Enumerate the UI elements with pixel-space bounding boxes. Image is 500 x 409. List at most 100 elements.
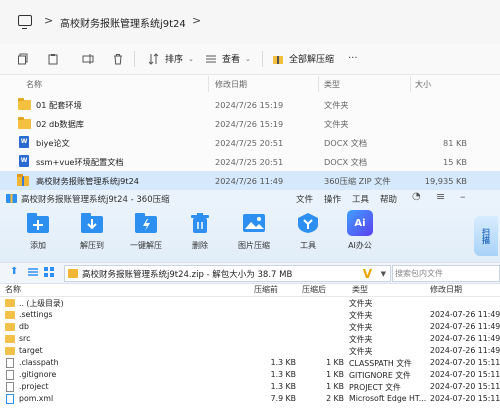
zip-row-modified: 2024-07-26 11:49 — [430, 310, 500, 319]
column-size[interactable]: 大小 — [415, 79, 431, 90]
file-modified: 2024/7/25 20:51 — [215, 137, 284, 148]
menu-lines-icon[interactable]: ≡ — [436, 190, 445, 203]
extract-all-icon — [272, 53, 284, 65]
zip-row-after: 1 KB — [326, 370, 344, 379]
zip-row-name: pom.xml — [19, 394, 54, 403]
breadcrumb-current-folder[interactable]: 高校财务报账管理系统j9t24 — [60, 15, 186, 30]
col-name[interactable]: 名称 — [5, 284, 21, 295]
image-compress-icon — [241, 210, 267, 236]
menu-operations[interactable]: 操作 — [324, 193, 341, 205]
copy-icon[interactable] — [17, 53, 29, 65]
toolbar-separator — [262, 51, 263, 67]
image-compress-button[interactable]: 图片压缩 — [230, 210, 278, 251]
file-row[interactable]: 01 配套环境 2024/7/26 15:19 文件夹 — [0, 95, 500, 114]
chevron-down-icon: ⌄ — [188, 54, 194, 63]
zip-path-text: 高校财务报账管理系统j9t24.zip - 解包大小为 38.7 MB — [82, 269, 293, 280]
breadcrumb-more-chevron[interactable]: > — [192, 14, 201, 27]
menu-tools[interactable]: 工具 — [352, 193, 369, 205]
zip-row-type: 文件夹 — [349, 323, 373, 332]
col-type[interactable]: 类型 — [352, 284, 368, 295]
zip-row[interactable]: db 文件夹 2024-07-26 11:49 — [0, 321, 500, 333]
sort-button[interactable]: 排序 ⌄ — [148, 52, 194, 65]
scan-side-tab[interactable]: 扫描 — [474, 216, 498, 256]
file-row[interactable]: W biye论文 2024/7/25 20:51 DOCX 文档 81 KB — [0, 133, 500, 152]
view-button[interactable]: 查看 ⌄ — [205, 52, 251, 65]
file-modified: 2024/7/26 15:19 — [215, 118, 284, 129]
file-type: DOCX 文档 — [324, 137, 368, 148]
menu-help[interactable]: 帮助 — [380, 193, 397, 205]
one-click-extract-button[interactable]: 一键解压 — [122, 210, 170, 251]
zip-titlebar: 高校财务报账管理系统j9t24 - 360压缩 文件 操作 工具 帮助 ◔ ≡ … — [0, 190, 500, 206]
minimize-icon[interactable]: – — [460, 190, 466, 203]
file-row[interactable]: 02 db数据库 2024/7/26 15:19 文件夹 — [0, 114, 500, 133]
zip-row[interactable]: .classpath 1.3 KB 1 KB CLASSPATH 文件 2024… — [0, 357, 500, 369]
delete-icon — [187, 210, 213, 236]
file-size: 15 KB — [442, 156, 467, 167]
col-after[interactable]: 压缩后 — [302, 284, 326, 295]
zip-row-modified: 2024-07-20 15:11 — [430, 370, 500, 379]
folder-icon — [5, 335, 15, 343]
delete-button[interactable]: 删除 — [176, 210, 224, 251]
column-modified[interactable]: 修改日期 — [215, 79, 247, 90]
folder-icon — [5, 311, 15, 319]
zip-row-type: 文件夹 — [349, 311, 373, 320]
paste-icon[interactable] — [47, 53, 59, 65]
zip-search-field[interactable]: 搜索包内文件 — [392, 265, 500, 282]
zip-row[interactable]: .. (上级目录) 文件夹 — [0, 297, 500, 309]
file-modified: 2024/7/25 20:51 — [215, 156, 284, 167]
zip-row[interactable]: .gitignore 1.3 KB 1 KB GITIGNORE 文件 2024… — [0, 369, 500, 381]
menu-file[interactable]: 文件 — [296, 193, 313, 205]
zip-row[interactable]: .project 1.3 KB 1 KB PROJECT 文件 2024-07-… — [0, 381, 500, 393]
zip-row-modified: 2024-07-20 15:11 — [430, 382, 500, 391]
path-dropdown-icon[interactable]: ▼ — [381, 270, 386, 278]
zip-row[interactable]: target 文件夹 2024-07-26 11:49 — [0, 345, 500, 357]
zip-row-after: 2 KB — [326, 394, 344, 403]
column-type[interactable]: 类型 — [324, 79, 340, 90]
zip-row-name: target — [19, 346, 43, 355]
rename-icon[interactable] — [82, 53, 94, 65]
list-view-icon[interactable] — [28, 267, 38, 277]
folder-icon — [5, 347, 15, 355]
zip-row-name: .project — [19, 382, 49, 391]
file-name: 02 db数据库 — [36, 118, 84, 129]
zip-row[interactable]: pom.xml 7.9 KB 2 KB Microsoft Edge HT...… — [0, 393, 500, 405]
file-type: 360压缩 ZIP 文件 — [324, 175, 391, 186]
sort-label: 排序 — [165, 55, 184, 65]
col-before[interactable]: 压缩前 — [254, 284, 278, 295]
file-size: 81 KB — [442, 137, 467, 148]
add-label: 添加 — [30, 241, 46, 250]
one-click-extract-label: 一键解压 — [130, 241, 162, 250]
zip-row-before: 7.9 KB — [270, 394, 296, 403]
zip-row-modified: 2024-07-26 11:49 — [430, 322, 500, 331]
breadcrumb-separator: > — [44, 14, 54, 27]
address-bar[interactable]: > 高校财务报账管理系统j9t24 > — [0, 0, 500, 44]
file-modified: 2024/7/26 11:49 — [215, 175, 284, 186]
add-button[interactable]: 添加 — [14, 210, 62, 251]
zip-row[interactable]: .settings 文件夹 2024-07-26 11:49 — [0, 309, 500, 321]
column-name[interactable]: 名称 — [26, 79, 42, 90]
file-icon — [6, 370, 14, 380]
zip-row[interactable]: src 文件夹 2024-07-26 11:49 — [0, 333, 500, 345]
skin-icon[interactable]: ◔ — [412, 191, 421, 202]
zip-row-name: .classpath — [19, 358, 59, 367]
zip-row-modified: 2024-07-20 15:11 — [430, 358, 500, 367]
tools-button[interactable]: 工具 — [284, 210, 332, 251]
extract-to-button[interactable]: 解压到 — [68, 210, 116, 251]
this-pc-icon[interactable] — [18, 15, 32, 30]
up-arrow-icon[interactable]: ⬆ — [10, 266, 18, 277]
zip-row-before: 1.3 KB — [270, 370, 296, 379]
add-icon — [25, 210, 51, 236]
col-modified[interactable]: 修改日期 — [430, 284, 462, 295]
file-row[interactable]: W ssm+vue环境配置文档 2024/7/25 20:51 DOCX 文档 … — [0, 152, 500, 171]
zip-row-before: 1.3 KB — [270, 382, 296, 391]
extract-all-button[interactable]: 全部解压缩 — [272, 52, 334, 65]
zip-row-name: db — [19, 322, 29, 331]
extract-all-label: 全部解压缩 — [289, 55, 335, 65]
zip-row-name: .gitignore — [19, 370, 57, 379]
ai-office-button[interactable]: Ai AI办公 — [336, 210, 384, 251]
detail-view-icon[interactable] — [44, 267, 54, 277]
more-options-icon[interactable]: ··· — [348, 53, 358, 64]
delete-icon[interactable] — [112, 53, 124, 65]
file-row-selected[interactable]: 高校财务报账管理系统j9t24 2024/7/26 11:49 360压缩 ZI… — [0, 171, 500, 190]
zip-path-field[interactable]: 高校财务报账管理系统j9t24.zip - 解包大小为 38.7 MB V ▼ — [64, 265, 391, 282]
